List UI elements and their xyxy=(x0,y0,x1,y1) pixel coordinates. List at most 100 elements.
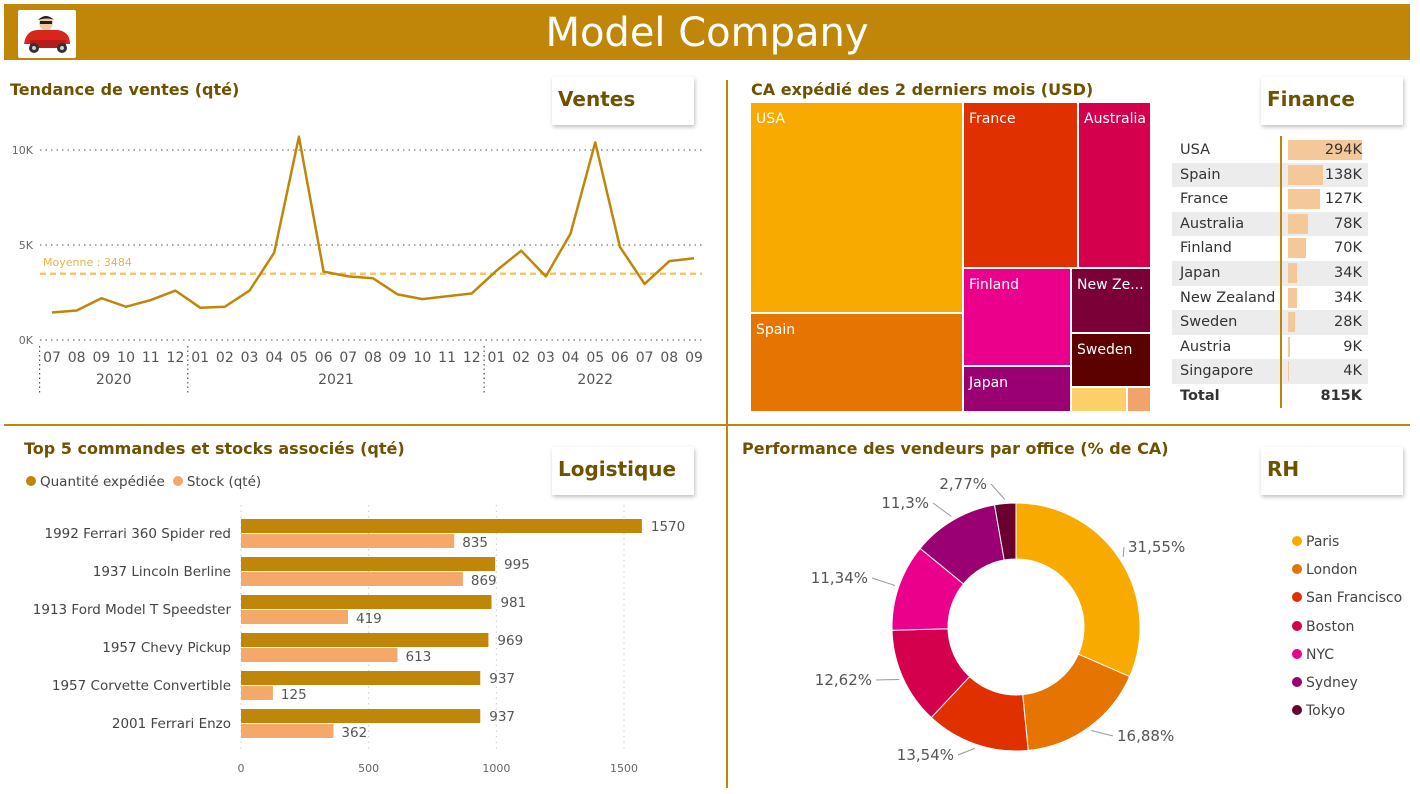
donut-legend-item[interactable]: San Francisco xyxy=(1292,590,1402,606)
finance-country: USA xyxy=(1180,142,1211,158)
finance-value: 127K xyxy=(1324,191,1362,208)
bar-stock xyxy=(241,724,334,738)
hr-tag[interactable]: RH xyxy=(1261,447,1403,495)
header-bar: Model Company xyxy=(4,4,1410,60)
x-month-label: 12 xyxy=(463,350,481,366)
finance-row[interactable]: Japan 34K xyxy=(1172,260,1368,286)
bar-value-label: 995 xyxy=(504,557,530,573)
x-year-label: 2021 xyxy=(318,372,354,388)
donut-value-label: 16,88% xyxy=(1117,727,1174,745)
logistics-tag[interactable]: Logistique xyxy=(552,447,694,495)
donut-legend-label: Sydney xyxy=(1306,675,1358,691)
hr-title: Performance des vendeurs par office (% d… xyxy=(742,439,1169,458)
bar-value-label: 835 xyxy=(462,535,488,551)
donut-legend-item[interactable]: Paris xyxy=(1292,534,1339,550)
x-tick-label: 0 xyxy=(238,762,245,775)
x-month-label: 09 xyxy=(685,350,703,366)
bar-legend-item[interactable]: Quantité expédiée xyxy=(26,474,165,490)
x-month-label: 01 xyxy=(488,350,506,366)
finance-bar xyxy=(1288,312,1296,333)
finance-row[interactable]: USA 294K xyxy=(1172,138,1368,163)
sales-line-chart[interactable]: 0K 5K 10K Moyenne : 3484 07 08 09 10 11 12 01 02 03 0… xyxy=(0,120,720,420)
finance-tag[interactable]: Finance xyxy=(1261,77,1403,125)
legend-dot-icon xyxy=(1292,677,1302,687)
bar-shipped xyxy=(241,519,642,533)
legend-dot-icon xyxy=(26,476,36,486)
sales-title: Tendance de ventes (qté) xyxy=(10,80,240,99)
finance-bar xyxy=(1288,336,1291,357)
bar-value-label: 869 xyxy=(471,573,497,589)
legend-dot-icon xyxy=(1292,536,1302,546)
finance-treemap[interactable]: USA France Australia Spain Finland New Ze... S… xyxy=(751,103,1151,411)
x-month-label: 08 xyxy=(660,350,678,366)
logistics-bar-chart[interactable]: 0 500 1000 1500 1992 Ferrari 360 Spider red 1… xyxy=(0,500,720,790)
finance-value: 4K xyxy=(1343,363,1362,380)
finance-value: 28K xyxy=(1334,314,1362,331)
bar-stock xyxy=(241,686,273,700)
donut-legend-label: Tokyo xyxy=(1306,703,1346,720)
x-year-label: 2022 xyxy=(577,372,613,388)
finance-value: 294K xyxy=(1324,142,1362,158)
finance-row[interactable]: Australia 78K xyxy=(1172,211,1368,237)
finance-row[interactable]: Austria 9K xyxy=(1172,335,1368,360)
legend-dot-icon xyxy=(1292,592,1302,603)
finance-row[interactable]: Finland 70K xyxy=(1172,236,1368,261)
category-label: 1913 Ford Model T Speedster xyxy=(33,602,232,618)
category-label: 1957 Chevy Pickup xyxy=(102,640,231,656)
x-month-label: 02 xyxy=(512,350,530,366)
bar-legend-label: Quantité expédiée xyxy=(40,474,165,490)
donut-legend-label: San Francisco xyxy=(1306,590,1403,607)
bar-legend-item[interactable]: Stock (qté) xyxy=(172,474,262,490)
bar-stock xyxy=(241,534,455,548)
finance-row[interactable]: France 127K xyxy=(1172,187,1368,212)
vertical-divider xyxy=(726,80,728,788)
finance-table[interactable]: USA 294K Spain 138K France 127K Australia 78K Fi… xyxy=(1172,136,1368,409)
donut-value-label: 11,34% xyxy=(811,569,868,587)
donut-value-label: 11,3% xyxy=(881,494,929,512)
donut-legend-item[interactable]: Sydney xyxy=(1292,675,1358,691)
category-label: 1957 Corvette Convertible xyxy=(52,678,231,694)
finance-value: 138K xyxy=(1324,166,1362,183)
average-label: Moyenne : 3484 xyxy=(43,256,132,269)
donut-legend-item[interactable]: Boston xyxy=(1292,619,1354,635)
x-month-label: 05 xyxy=(586,350,604,366)
horizontal-divider xyxy=(4,424,1410,426)
finance-title: CA expédié des 2 derniers mois (USD) xyxy=(751,80,1094,99)
bar-legend-label: Stock (qté) xyxy=(186,474,262,490)
finance-country: Singapore xyxy=(1180,363,1254,380)
donut-legend-item[interactable]: NYC xyxy=(1292,647,1334,663)
leader-line xyxy=(1122,546,1125,557)
category-label: 1992 Ferrari 360 Spider red xyxy=(44,526,231,542)
finance-row[interactable]: Sweden 28K xyxy=(1172,310,1368,335)
finance-country: Spain xyxy=(1180,166,1221,183)
category-label: 1937 Lincoln Berline xyxy=(93,564,231,580)
finance-divider xyxy=(1280,136,1282,408)
legend-dot-icon xyxy=(1292,620,1302,631)
bar-value-label: 419 xyxy=(356,611,382,627)
donut-legend-item[interactable]: London xyxy=(1292,562,1357,578)
y-tick-label: 10K xyxy=(12,144,34,157)
sales-tag[interactable]: Ventes xyxy=(552,77,694,125)
donut-legend-label: Boston xyxy=(1306,618,1355,635)
finance-row[interactable]: New Zealand 34K xyxy=(1172,286,1368,311)
logistics-title: Top 5 commandes et stocks associés (qté) xyxy=(24,439,405,458)
donut-legend-item[interactable]: Tokyo xyxy=(1292,703,1345,719)
treemap-tile xyxy=(751,103,962,312)
x-month-label: 11 xyxy=(142,350,160,366)
x-month-label: 03 xyxy=(537,350,555,366)
x-month-label: 10 xyxy=(117,350,135,366)
treemap-label: New Ze... xyxy=(1077,277,1144,293)
finance-total-label: Total xyxy=(1180,387,1220,404)
bar-shipped xyxy=(241,557,496,571)
bar-value-label: 613 xyxy=(406,649,432,665)
finance-row[interactable]: Singapore 4K xyxy=(1172,359,1368,384)
bar-value-label: 362 xyxy=(341,725,367,741)
donut-value-label: 13,54% xyxy=(897,746,954,764)
finance-country: France xyxy=(1180,191,1229,208)
bar-shipped xyxy=(241,671,481,685)
finance-country: Finland xyxy=(1180,240,1232,257)
finance-row[interactable]: Spain 138K xyxy=(1172,162,1368,188)
treemap-tile xyxy=(1079,103,1150,267)
hr-donut-chart[interactable]: 31,55% 16,88% 13,54% 12,62% 11,34% 11,3% 2,77% xyxy=(740,470,1260,790)
finance-country: New Zealand xyxy=(1180,289,1276,306)
